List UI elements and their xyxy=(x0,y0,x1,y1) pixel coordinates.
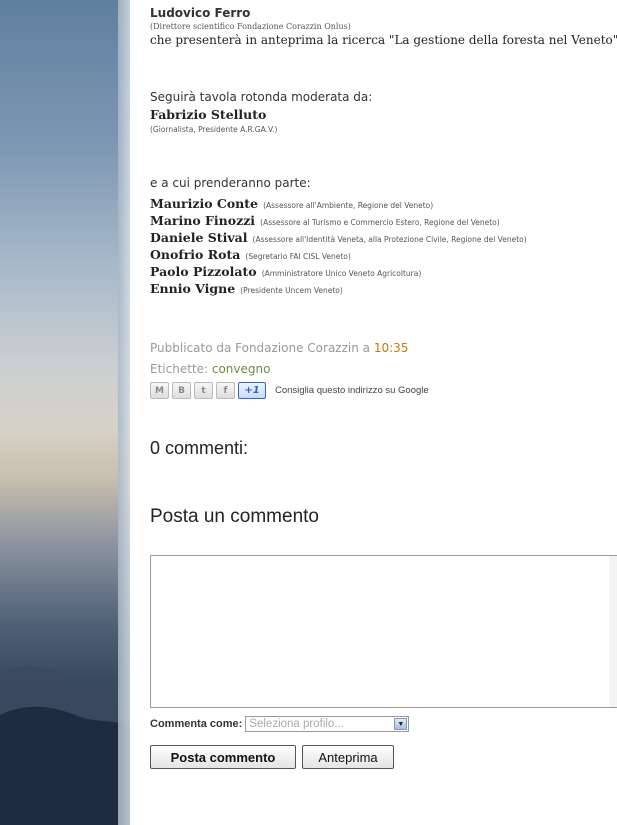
labels-prefix: Etichette: xyxy=(150,362,212,376)
participant-role: (Amministratore Unico Veneto Agricoltura… xyxy=(261,269,422,278)
published-by: Pubblicato da Fondazione Corazzin a xyxy=(150,341,374,355)
participant-item: Ennio Vigne (Presidente Uncem Veneto) xyxy=(150,278,527,296)
comment-as-label: Commenta come: xyxy=(150,718,243,730)
participants-block: e a cui prenderanno parte: Maurizio Cont… xyxy=(150,176,527,296)
participant-role: (Assessore all'Identità Veneta, alla Pro… xyxy=(252,235,527,244)
participants-intro: e a cui prenderanno parte: xyxy=(150,176,311,190)
comments-count-heading: 0 commenti: xyxy=(150,438,249,458)
participant-name: Onofrio Rota xyxy=(150,247,241,262)
participant-role: (Presidente Uncem Veneto) xyxy=(240,286,343,295)
moderator-block: Seguirà tavola rotonda moderata da: Fabr… xyxy=(150,90,372,134)
label-link[interactable]: convegno xyxy=(212,362,271,376)
post-comment-heading: Posta un commento xyxy=(150,506,319,527)
twitter-icon[interactable]: t xyxy=(194,382,213,399)
comment-as-row: Commenta come: Seleziona profilo... ▼ xyxy=(150,716,410,732)
chevron-down-icon[interactable]: ▼ xyxy=(394,718,408,730)
sidebar-edge-strip xyxy=(118,0,130,825)
participant-name: Daniele Stival xyxy=(150,230,248,245)
participant-item: Maurizio Conte (Assessore all'Ambiente, … xyxy=(150,193,527,211)
participant-item: Paolo Pizzolato (Amministratore Unico Ve… xyxy=(150,261,527,279)
participant-item: Daniele Stival (Assessore all'Identità V… xyxy=(150,227,527,245)
comment-textarea[interactable] xyxy=(150,555,617,708)
moderator-name: Fabrizio Stelluto xyxy=(150,107,267,122)
participant-role: (Assessore all'Ambiente, Regione del Ven… xyxy=(263,201,434,210)
recommend-text: Consiglia questo indirizzo su Google xyxy=(275,385,429,396)
participant-name: Maurizio Conte xyxy=(150,196,258,211)
participant-role: (Segretario FAI CISL Veneto) xyxy=(245,252,351,261)
published-line: Pubblicato da Fondazione Corazzin a 10:3… xyxy=(150,341,429,355)
post-footer: Pubblicato da Fondazione Corazzin a 10:3… xyxy=(150,341,429,399)
submit-comment-button[interactable]: Posta commento xyxy=(150,745,296,769)
blogger-icon[interactable]: B xyxy=(172,382,191,399)
moderator-intro: Seguirà tavola rotonda moderata da: xyxy=(150,90,373,104)
sidebar-landscape-image xyxy=(0,0,130,825)
textarea-scrollbar[interactable] xyxy=(609,556,617,707)
participant-list: Maurizio Conte (Assessore all'Ambiente, … xyxy=(150,193,527,296)
labels-line: Etichette: convegno xyxy=(150,362,429,376)
speaker-name: Ludovico Ferro xyxy=(150,6,251,20)
email-icon[interactable]: M xyxy=(150,382,169,399)
speaker-role: (Direttore scientifico Fondazione Corazz… xyxy=(150,22,351,31)
participant-role: (Assessore al Turismo e Commercio Estero… xyxy=(260,218,500,227)
mountain-silhouette xyxy=(0,665,130,825)
participant-name: Marino Finozzi xyxy=(150,213,256,228)
profile-select[interactable]: Seleziona profilo... ▼ xyxy=(245,716,410,732)
participant-item: Marino Finozzi (Assessore al Turismo e C… xyxy=(150,210,527,228)
moderator-role: (Giornalista, Presidente A.R.GA.V.) xyxy=(150,125,278,134)
participant-name: Ennio Vigne xyxy=(150,281,236,296)
google-plus-one-icon[interactable]: +1 xyxy=(238,382,266,399)
profile-select-value: Seleziona profilo... xyxy=(249,718,344,730)
participant-name: Paolo Pizzolato xyxy=(150,264,257,279)
speaker-block: Ludovico Ferro (Direttore scientifico Fo… xyxy=(150,6,617,47)
preview-button[interactable]: Anteprima xyxy=(302,745,394,769)
facebook-icon[interactable]: f xyxy=(216,382,235,399)
share-buttons: M B t f +1 Consiglia questo indirizzo su… xyxy=(150,382,429,399)
participant-item: Onofrio Rota (Segretario FAI CISL Veneto… xyxy=(150,244,527,262)
post-time-link[interactable]: 10:35 xyxy=(374,341,409,355)
intro-line: che presenterà in anteprima la ricerca "… xyxy=(150,33,617,47)
